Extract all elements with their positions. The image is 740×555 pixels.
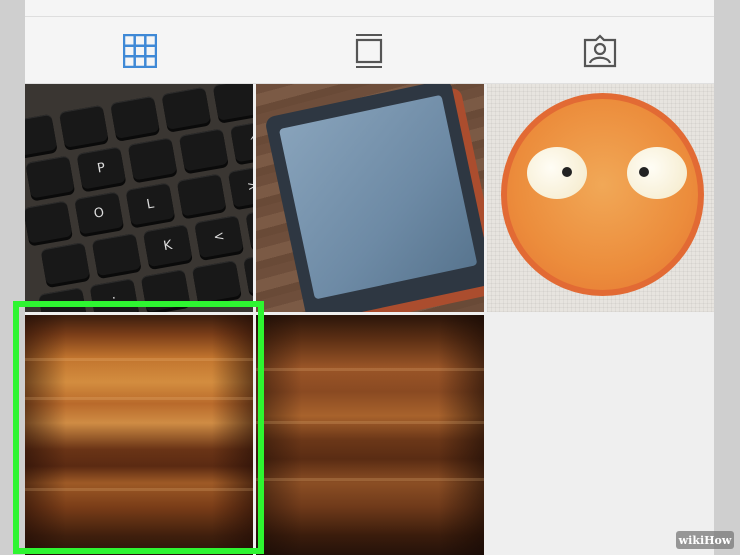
right-frame bbox=[714, 0, 740, 555]
tagged-icon bbox=[583, 34, 617, 68]
header-strip bbox=[25, 0, 714, 17]
left-eye bbox=[527, 147, 587, 199]
wood-grain-image bbox=[256, 315, 484, 555]
post-wood-photo-selected[interactable] bbox=[25, 315, 253, 555]
grain-streak bbox=[256, 420, 484, 424]
wood-grain-image bbox=[25, 315, 253, 555]
grain-streak bbox=[256, 367, 484, 371]
right-pupil bbox=[639, 167, 649, 177]
grain-streak bbox=[25, 487, 253, 491]
post-emoji-photo[interactable] bbox=[487, 84, 714, 312]
tab-grid[interactable] bbox=[120, 31, 160, 71]
feed-icon bbox=[355, 34, 383, 68]
tab-tagged[interactable] bbox=[580, 31, 620, 71]
phone-image bbox=[264, 84, 484, 312]
empty-grid-slot bbox=[487, 315, 714, 555]
watermark-logo: wikiHow bbox=[676, 531, 734, 549]
left-frame bbox=[0, 0, 25, 555]
profile-screen: P ^ O L > K < : bbox=[25, 0, 714, 555]
post-grid: P ^ O L > K < : bbox=[25, 84, 714, 555]
left-pupil bbox=[562, 167, 572, 177]
tab-feed[interactable] bbox=[349, 31, 389, 71]
emoji-face bbox=[501, 93, 704, 296]
post-keyboard-photo[interactable]: P ^ O L > K < : bbox=[25, 84, 253, 312]
grain-streak bbox=[25, 358, 253, 362]
right-eye bbox=[627, 147, 687, 199]
profile-tab-bar bbox=[25, 17, 714, 84]
grain-streak bbox=[256, 478, 484, 482]
post-wood-photo-2[interactable] bbox=[256, 315, 484, 555]
phone-screen bbox=[278, 94, 478, 300]
keyboard-image: P ^ O L > K < : bbox=[25, 84, 253, 312]
grid-icon bbox=[123, 34, 157, 68]
post-phone-photo[interactable] bbox=[256, 84, 484, 312]
grain-streak bbox=[25, 396, 253, 400]
